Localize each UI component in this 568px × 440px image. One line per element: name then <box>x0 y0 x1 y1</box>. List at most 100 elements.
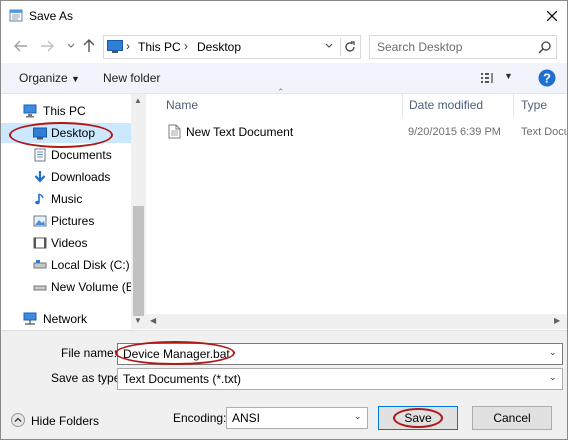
navigation-pane: This PC Desktop Documents Downloads Musi… <box>1 94 146 329</box>
sidebar-item-new-volume-e[interactable]: New Volume (E:) <box>1 277 141 297</box>
sort-ascending-icon: ⌃ <box>277 87 285 97</box>
sidebar-item-label: Network <box>43 312 88 326</box>
collapse-up-icon <box>11 413 25 427</box>
up-button[interactable] <box>81 38 97 54</box>
hide-folders-button[interactable]: Hide Folders <box>11 411 101 431</box>
forward-arrow-icon <box>41 40 54 52</box>
column-divider[interactable] <box>402 94 403 118</box>
file-row[interactable]: New Text Document 9/20/2015 6:39 PM Text… <box>161 121 567 141</box>
sidebar-item-local-disk-c[interactable]: Local Disk (C:) <box>1 255 131 275</box>
drive-icon <box>33 260 47 269</box>
address-dropdown-icon[interactable] <box>324 41 334 51</box>
sidebar-item-label: Videos <box>51 236 88 250</box>
up-arrow-icon <box>83 39 95 52</box>
file-list-horizontal-scrollbar[interactable]: ◀ ▶ <box>146 314 567 329</box>
sidebar-item-downloads[interactable]: Downloads <box>1 167 131 187</box>
save-options-panel: File name: Device Manager.bat ⌄ Save as … <box>1 330 567 439</box>
downloads-icon <box>34 171 46 183</box>
pictures-icon <box>33 215 47 227</box>
back-arrow-icon <box>14 40 27 52</box>
scroll-left-icon[interactable]: ◀ <box>150 316 156 325</box>
organize-button[interactable]: Organize ▼ <box>19 71 80 85</box>
refresh-icon <box>345 41 355 52</box>
column-header-date-modified[interactable]: Date modified <box>409 98 483 112</box>
address-bar[interactable]: › This PC › Desktop <box>103 35 361 59</box>
save-as-type-value: Text Documents (*.txt) <box>123 372 242 386</box>
desktop-folder-icon <box>107 40 123 53</box>
column-header-name[interactable]: Name <box>166 98 198 112</box>
sidebar-item-label: Local Disk (C:) <box>51 258 130 272</box>
address-separator-icon: › <box>126 39 130 53</box>
filename-label: File name: <box>61 346 118 360</box>
column-header-type[interactable]: Type <box>521 98 547 112</box>
scroll-right-icon[interactable]: ▶ <box>554 316 560 325</box>
back-button[interactable] <box>13 38 29 54</box>
svg-text:?: ? <box>543 71 551 86</box>
filename-value: Device Manager.bat <box>123 347 230 361</box>
search-icon <box>538 41 551 54</box>
filename-input[interactable]: Device Manager.bat ⌄ <box>117 343 563 365</box>
encoding-select[interactable]: ANSI ⌄ <box>226 407 368 429</box>
save-as-type-select[interactable]: Text Documents (*.txt) ⌄ <box>117 368 563 390</box>
sidebar-item-desktop[interactable]: Desktop <box>1 123 131 143</box>
sidebar-item-network[interactable]: Network <box>1 309 131 329</box>
documents-icon <box>34 148 46 162</box>
drive-icon <box>33 285 47 291</box>
desktop-icon <box>33 127 47 140</box>
sidebar-item-label: Music <box>51 192 83 206</box>
save-as-type-label: Save as type: <box>51 371 124 385</box>
computer-icon <box>23 104 37 118</box>
search-placeholder: Search Desktop <box>377 40 463 54</box>
network-icon <box>23 312 37 325</box>
column-divider[interactable] <box>513 94 514 118</box>
close-icon <box>547 11 557 21</box>
sidebar-item-videos[interactable]: Videos <box>1 233 131 253</box>
sidebar-item-documents[interactable]: Documents <box>1 145 131 165</box>
sidebar-item-pictures[interactable]: Pictures <box>1 211 131 231</box>
sidebar-item-label: Documents <box>51 148 112 162</box>
breadcrumb-this-pc[interactable]: This PC <box>138 40 181 54</box>
cancel-button[interactable]: Cancel <box>472 406 552 430</box>
sidebar-item-label: Desktop <box>51 126 96 140</box>
address-separator-icon: › <box>184 39 188 53</box>
recent-locations-button[interactable] <box>63 38 79 54</box>
organize-label: Organize <box>19 71 68 85</box>
breadcrumb-desktop[interactable]: Desktop <box>197 40 241 54</box>
search-box[interactable]: Search Desktop <box>369 35 557 59</box>
sidebar-item-label: Downloads <box>51 170 111 184</box>
sidebar-item-this-pc[interactable]: This PC <box>1 101 131 121</box>
filename-dropdown-icon[interactable]: ⌄ <box>549 347 557 358</box>
refresh-button[interactable] <box>340 38 359 56</box>
window-title: Save As <box>29 9 74 23</box>
encoding-value: ANSI <box>232 411 261 425</box>
navigation-scroll-thumb[interactable] <box>133 206 144 316</box>
scroll-down-icon[interactable]: ▼ <box>134 316 142 325</box>
close-button[interactable] <box>541 5 563 27</box>
sidebar-item-music[interactable]: Music <box>1 189 131 209</box>
notepad-app-icon <box>9 9 23 22</box>
file-type: Text Docu <box>521 126 568 138</box>
chevron-down-icon <box>67 43 75 48</box>
view-dropdown-icon[interactable]: ▼ <box>504 71 513 81</box>
music-icon <box>35 193 44 205</box>
new-folder-button[interactable]: New folder <box>103 71 160 85</box>
chevron-down-icon: ⌄ <box>354 411 362 421</box>
encoding-label: Encoding: <box>173 411 227 425</box>
save-as-dialog: Save As › This PC › Desktop Search Deskt… <box>0 0 568 440</box>
chevron-down-icon: ▼ <box>71 74 80 84</box>
videos-icon <box>33 237 47 249</box>
hide-folders-label: Hide Folders <box>31 414 100 428</box>
forward-button[interactable] <box>39 38 55 54</box>
text-file-icon <box>168 124 181 139</box>
scroll-up-icon[interactable]: ▲ <box>134 96 142 105</box>
sidebar-item-label: Pictures <box>51 214 95 228</box>
sidebar-item-label: New Volume (E:) <box>51 280 142 294</box>
save-button[interactable]: Save <box>378 406 458 430</box>
file-date: 9/20/2015 6:39 PM <box>408 126 501 138</box>
view-options-icon[interactable] <box>481 72 497 84</box>
sidebar-item-label: This PC <box>43 104 86 118</box>
file-name: New Text Document <box>186 125 294 139</box>
title-bar: Save As <box>1 1 567 31</box>
help-icon[interactable]: ? <box>538 69 556 87</box>
chevron-down-icon: ⌄ <box>549 372 557 382</box>
